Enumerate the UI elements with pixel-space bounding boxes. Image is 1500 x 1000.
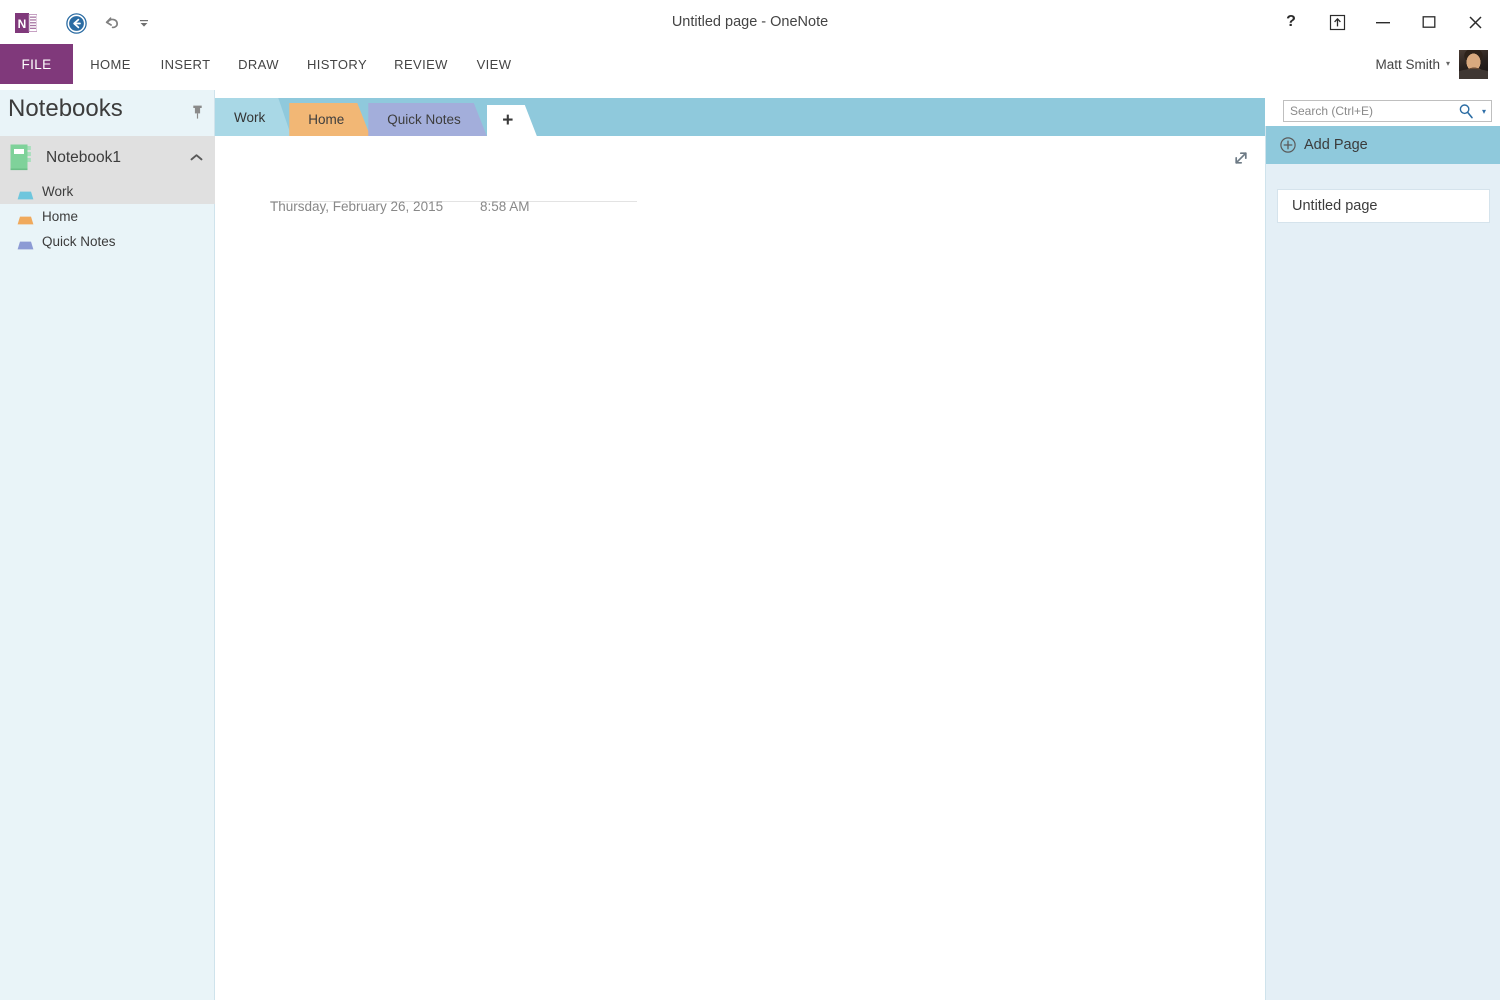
sidebar-section-home[interactable]: Home	[0, 204, 215, 229]
notebook-icon	[10, 144, 34, 171]
search-box[interactable]: ▾	[1283, 100, 1492, 122]
question-mark-icon: ?	[1286, 13, 1296, 30]
page-title-input[interactable]	[270, 158, 637, 190]
notebook-collapse-button[interactable]	[189, 151, 203, 163]
ribbon-tab-home[interactable]: HOME	[73, 44, 148, 84]
section-tab-icon	[17, 237, 34, 250]
notebooks-sidebar: Notebooks Notebook1 Work Home Quick Note…	[0, 90, 215, 1000]
page-list-item-untitled-page[interactable]: Untitled page	[1277, 189, 1490, 223]
restore-button[interactable]	[1406, 5, 1452, 39]
section-list: Work Home Quick Notes	[0, 179, 215, 254]
pin-sidebar-button[interactable]	[187, 102, 207, 122]
section-tab-icon	[17, 212, 34, 225]
sidebar-section-quick-notes[interactable]: Quick Notes	[0, 229, 215, 254]
page-list-panel: Add Page Untitled page	[1265, 126, 1500, 1000]
ribbon-tab-draw[interactable]: DRAW	[223, 44, 294, 84]
close-button[interactable]	[1452, 5, 1498, 39]
search-button[interactable]	[1455, 101, 1477, 121]
page-time[interactable]: 8:58 AM	[480, 199, 530, 214]
expand-diagonal-arrows-icon	[1235, 152, 1247, 164]
close-icon	[1468, 15, 1482, 29]
page-list-item-label: Untitled page	[1292, 198, 1378, 214]
ribbon-tab-review[interactable]: REVIEW	[380, 44, 462, 84]
sidebar-section-label: Home	[42, 209, 79, 224]
page-list: Untitled page	[1266, 164, 1500, 223]
ribbon-tab-file[interactable]: FILE	[0, 44, 73, 84]
restore-window-icon	[1422, 16, 1436, 28]
help-button[interactable]: ?	[1268, 5, 1314, 39]
add-section-button[interactable]: +	[487, 105, 537, 136]
ribbon-tab-insert[interactable]: INSERT	[148, 44, 223, 84]
section-tab-home[interactable]: Home	[289, 103, 370, 136]
sidebar-title: Notebooks	[8, 95, 123, 122]
ribbon-tab-bar: FILE HOME INSERT DRAW HISTORY REVIEW VIE…	[0, 44, 1500, 84]
pushpin-icon	[192, 105, 202, 119]
page-canvas[interactable]: Thursday, February 26, 2015 8:58 AM	[215, 136, 1265, 1000]
sidebar-section-label: Quick Notes	[42, 234, 116, 249]
onenote-window: N Untitled page - OneNote ? FILE HOME IN…	[0, 0, 1500, 1000]
title-bar: N Untitled page - OneNote ?	[0, 0, 1500, 44]
search-scope-dropdown-button[interactable]: ▾	[1477, 101, 1491, 121]
section-tab-work[interactable]: Work	[215, 98, 291, 136]
page-datetime: Thursday, February 26, 2015 8:58 AM	[270, 199, 530, 214]
page-title-area[interactable]	[270, 158, 637, 202]
search-magnifier-icon	[1459, 104, 1473, 119]
full-page-view-button[interactable]	[1229, 146, 1253, 170]
sidebar-section-label: Work	[42, 184, 74, 199]
page-date[interactable]: Thursday, February 26, 2015	[270, 199, 480, 214]
add-page-label: Add Page	[1304, 137, 1368, 153]
ribbon-tab-history[interactable]: HISTORY	[294, 44, 380, 84]
search-input[interactable]	[1284, 101, 1455, 121]
ribbon-display-options-button[interactable]	[1314, 5, 1360, 39]
window-controls: ?	[1268, 5, 1498, 39]
section-tab-quick-notes[interactable]: Quick Notes	[368, 103, 487, 136]
section-tab-icon	[17, 187, 34, 200]
sidebar-section-work[interactable]: Work	[0, 179, 215, 204]
chevron-down-icon: ▾	[1445, 59, 1450, 68]
minimize-icon	[1376, 22, 1390, 24]
sidebar-header: Notebooks	[0, 90, 215, 136]
notebook-row-notebook1[interactable]: Notebook1	[0, 136, 215, 179]
notebook-name: Notebook1	[46, 148, 121, 166]
avatar[interactable]	[1459, 49, 1488, 79]
section-tab-label: Home	[308, 112, 345, 127]
chevron-up-icon	[190, 153, 202, 160]
search-bar-area: ▾	[1265, 90, 1500, 126]
add-page-button[interactable]: Add Page	[1266, 126, 1500, 164]
account-name: Matt Smith	[1375, 56, 1440, 72]
minimize-button[interactable]	[1360, 5, 1406, 39]
section-tab-label: Work	[234, 109, 266, 125]
ribbon-tab-view[interactable]: VIEW	[462, 44, 526, 84]
account-area[interactable]: Matt Smith ▾	[1375, 48, 1488, 80]
section-tab-label: Quick Notes	[387, 112, 461, 127]
plus-circle-icon	[1280, 137, 1296, 153]
plus-icon: +	[502, 110, 514, 131]
ribbon-options-icon	[1329, 14, 1345, 30]
